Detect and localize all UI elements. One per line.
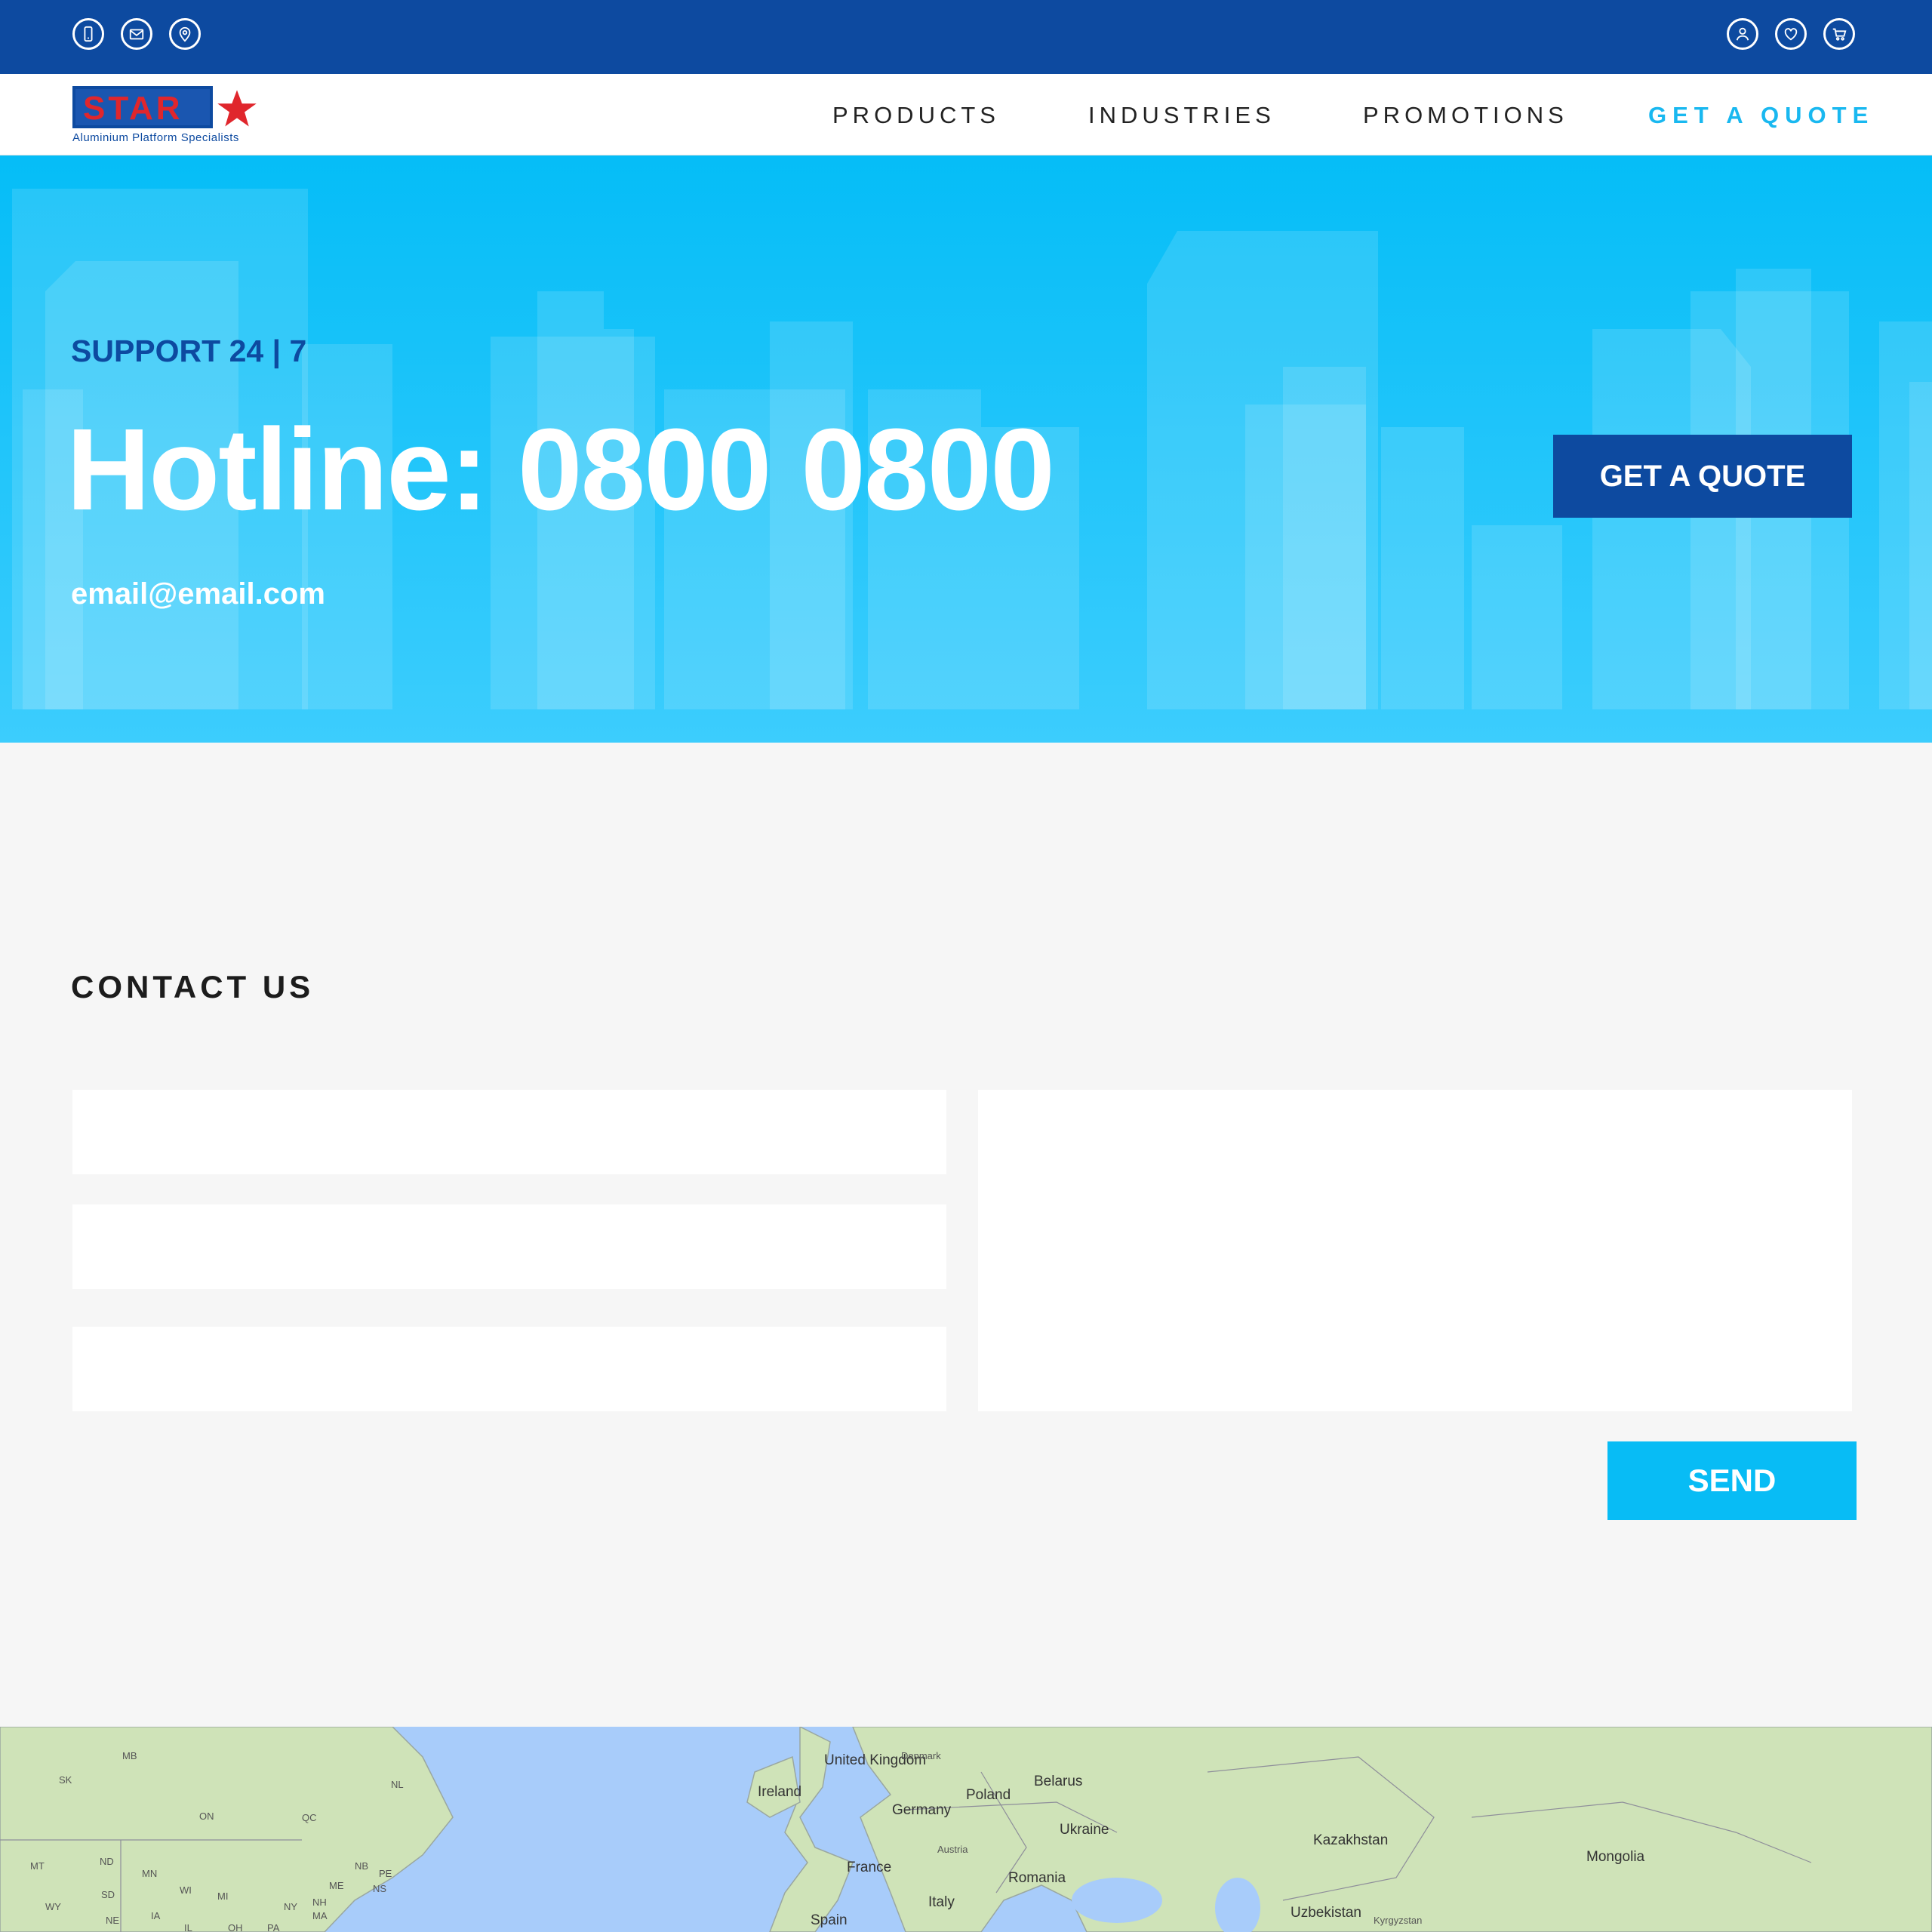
support-label: SUPPORT 24 | 7 <box>71 334 307 368</box>
map-label: IA <box>151 1910 161 1921</box>
map-label: ND <box>100 1856 114 1867</box>
logo-tagline: Aluminium Platform Specialists <box>72 131 239 144</box>
map-label: PA <box>267 1922 280 1932</box>
map-label: Romania <box>1008 1870 1066 1886</box>
map-label: Mongolia <box>1586 1849 1645 1865</box>
map-label: SK <box>59 1774 72 1786</box>
hero-get-a-quote-button[interactable]: GET A QUOTE <box>1553 435 1852 518</box>
map-label: ON <box>199 1810 214 1822</box>
map-label: Spain <box>811 1912 848 1928</box>
contact-email-input[interactable] <box>72 1204 946 1289</box>
logo-wordmark-box: STAR <box>72 86 213 128</box>
map-label: MI <box>217 1890 229 1902</box>
map-label: PE <box>379 1868 392 1879</box>
heart-icon[interactable] <box>1775 18 1807 50</box>
map-label: MT <box>30 1860 45 1872</box>
map-label: MA <box>312 1910 328 1921</box>
location-map[interactable]: United Kingdom Ireland Denmark Belarus P… <box>0 1727 1932 1932</box>
map-label: Germany <box>892 1802 952 1818</box>
map-label: WI <box>180 1884 192 1896</box>
user-icon[interactable] <box>1727 18 1758 50</box>
location-pin-icon[interactable] <box>169 18 201 50</box>
send-button[interactable]: SEND <box>1607 1441 1857 1520</box>
map-label: MB <box>122 1750 137 1761</box>
map-label: NY <box>284 1901 298 1912</box>
map-label: QC <box>302 1812 317 1823</box>
map-label: Ukraine <box>1060 1822 1109 1838</box>
map-label: Denmark <box>901 1750 941 1761</box>
map-label: Uzbekistan <box>1291 1905 1361 1921</box>
map-label: NL <box>391 1779 404 1790</box>
hotline-heading: Hotline: 0800 0800 <box>66 405 1055 534</box>
nav-promotions[interactable]: PROMOTIONS <box>1363 103 1568 128</box>
map-label: Kyrgyzstan <box>1374 1915 1423 1926</box>
map-label: Austria <box>937 1844 968 1855</box>
map-label: WY <box>45 1901 61 1912</box>
mail-icon[interactable] <box>121 18 152 50</box>
map-label: France <box>847 1860 892 1875</box>
cart-icon[interactable] <box>1823 18 1855 50</box>
map-label: IL <box>184 1922 192 1932</box>
contact-message-textarea[interactable] <box>978 1090 1852 1411</box>
map-label: NB <box>355 1860 369 1872</box>
star-logo[interactable]: STAR Aluminium Platform Specialists <box>72 86 261 145</box>
map-label: NS <box>373 1883 387 1894</box>
map-label: OH <box>228 1922 243 1932</box>
contact-phone-input[interactable] <box>72 1327 946 1411</box>
map-label: Ireland <box>758 1784 802 1800</box>
map-label: MN <box>142 1868 158 1879</box>
map-label: Poland <box>966 1787 1011 1803</box>
contact-us-heading: CONTACT US <box>71 969 315 1004</box>
logo-wordmark: STAR <box>83 90 183 127</box>
map-label: ME <box>329 1880 344 1891</box>
nav-products[interactable]: PRODUCTS <box>832 103 1000 128</box>
map-label: Italy <box>928 1894 955 1910</box>
logo-star-icon <box>217 90 257 127</box>
map-label: SD <box>101 1889 115 1900</box>
hero-banner: SUPPORT 24 | 7 Hotline: 0800 0800 email@… <box>0 155 1932 743</box>
main-navigation: STAR Aluminium Platform Specialists PROD… <box>0 74 1932 155</box>
nav-industries[interactable]: INDUSTRIES <box>1088 103 1275 128</box>
phone-icon[interactable] <box>72 18 104 50</box>
top-utility-bar <box>0 0 1932 74</box>
map-label: Kazakhstan <box>1313 1832 1389 1848</box>
map-label: NE <box>106 1915 120 1926</box>
contact-name-input[interactable] <box>72 1090 946 1174</box>
map-label: Belarus <box>1034 1774 1083 1789</box>
hero-email[interactable]: email@email.com <box>71 577 325 611</box>
nav-get-a-quote[interactable]: GET A QUOTE <box>1648 103 1874 128</box>
